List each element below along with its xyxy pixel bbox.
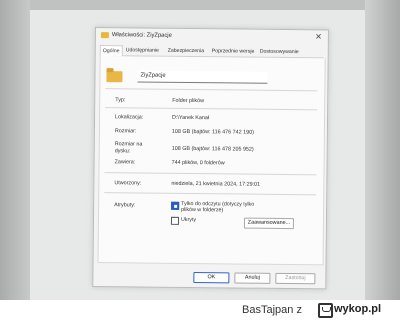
properties-dialog: Właściwości: ZiyZpacje ✕ Ogólne Udostępn… (92, 27, 329, 290)
wykop-site: wykop.pl (334, 303, 382, 315)
size-value: 108 GB (bajtów: 116 476 742 190) (171, 128, 254, 136)
wykop-logo-icon (318, 303, 333, 318)
type-value: Folder plików (172, 97, 205, 105)
title-bar: Właściwości: ZiyZpacje ✕ (96, 28, 328, 44)
tab-customize[interactable]: Dostosowywanie (258, 47, 301, 57)
window-title: Właściwości: ZiyZpacje (111, 32, 172, 39)
contains-value: 744 plików, 0 folderów (171, 159, 225, 167)
monitor-bezel-right (365, 0, 400, 300)
apply-button[interactable]: Zastosuj (275, 272, 316, 285)
cancel-button[interactable]: Anuluj (234, 272, 271, 284)
monitor-bezel-left (0, 0, 30, 300)
attributes-label: Atrybuty: (114, 202, 136, 209)
folder-icon (100, 32, 109, 39)
type-label: Typ: (115, 97, 126, 104)
contains-label: Zawiera: (114, 159, 136, 166)
location-value: D:\Yanek Kanał (172, 114, 210, 122)
tab-general[interactable]: Ogólne (99, 45, 123, 57)
tab-sharing[interactable]: Udostępnianie (124, 45, 161, 55)
folder-icon (106, 71, 123, 83)
created-label: Utworzony: (114, 180, 142, 187)
size-on-disk-label: Rozmiar na dysku: (114, 141, 143, 154)
created-value: niedziela, 21 kwietnia 2024, 17:29:01 (171, 180, 261, 188)
readonly-checkbox-label: Tylko do odczytu (dotyczy tylko plików w… (181, 200, 255, 214)
advanced-button[interactable]: Zaawansowane... (243, 217, 295, 230)
folder-name-input[interactable]: ZiyZpacje (137, 70, 268, 84)
close-icon[interactable]: ✕ (315, 32, 322, 41)
location-label: Lokalizacja: (115, 114, 144, 121)
readonly-checkbox[interactable] (171, 201, 180, 210)
folder-name-value: ZiyZpacje (140, 72, 166, 79)
hidden-checkbox-label: Ukryty (180, 216, 197, 224)
tab-security[interactable]: Zabezpieczenia (166, 46, 206, 56)
size-on-disk-value: 108 GB (bajtów: 116 478 205 952) (171, 145, 254, 153)
ok-button[interactable]: OK (193, 272, 230, 284)
footer-user: BasTajpan z (242, 304, 302, 316)
hidden-checkbox[interactable] (170, 216, 180, 225)
size-label: Rozmiar: (114, 128, 137, 135)
monitor-bezel-top (0, 0, 400, 10)
tab-previous-versions[interactable]: Poprzednie wersje (210, 46, 257, 56)
